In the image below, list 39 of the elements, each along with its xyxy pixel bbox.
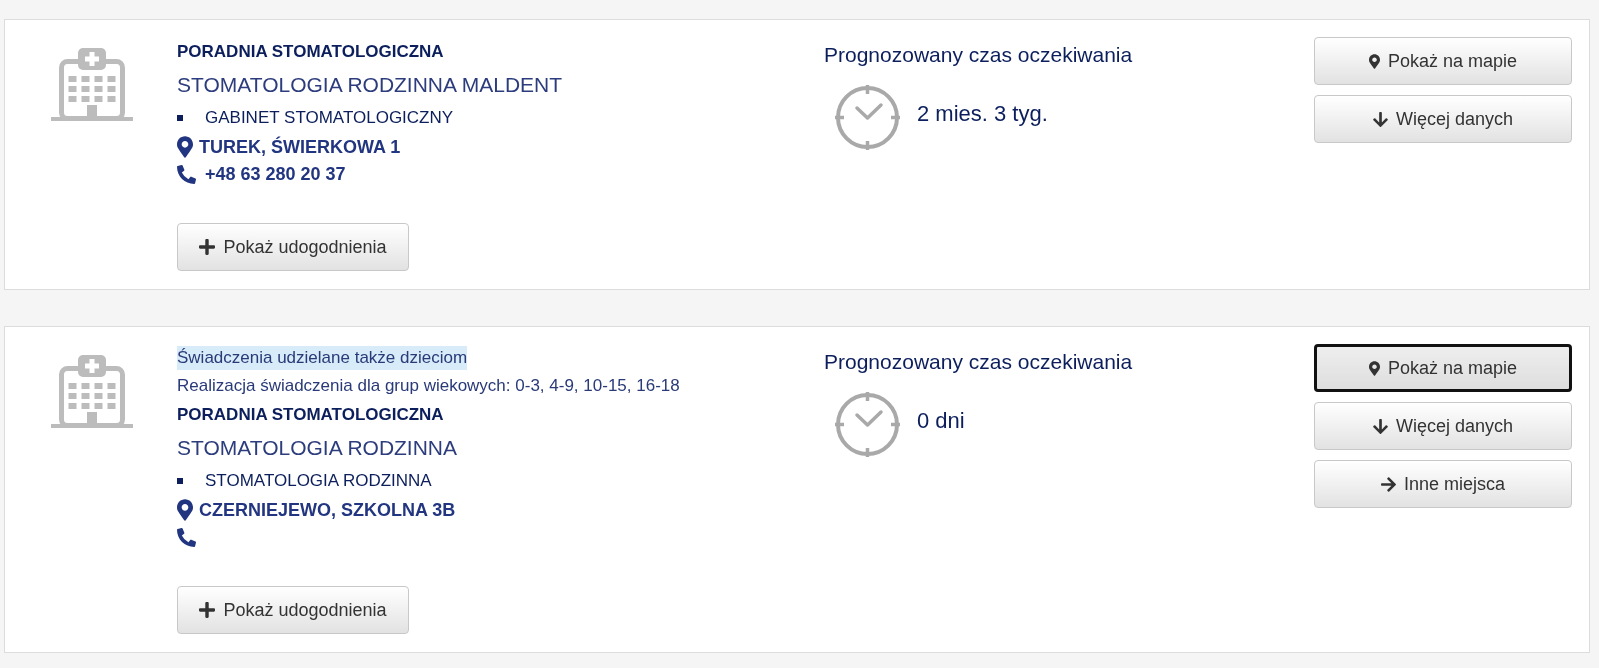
map-marker-icon bbox=[1368, 360, 1380, 376]
service-name: GABINET STOMATOLOGICZNY bbox=[205, 108, 454, 128]
map-marker-icon bbox=[177, 499, 193, 521]
map-marker-icon bbox=[177, 136, 193, 158]
wait-time-heading: Prognozowany czas oczekiwania bbox=[824, 349, 1134, 375]
plus-icon bbox=[199, 602, 216, 618]
hospital-icon bbox=[51, 46, 133, 121]
phone-icon bbox=[177, 528, 196, 547]
note-text: Świadczenia udzielane także dzieciom bbox=[177, 346, 468, 370]
category-title: PORADNIA STOMATOLOGICZNA bbox=[177, 404, 445, 426]
arrow-down-icon bbox=[1372, 418, 1388, 434]
more-data-button[interactable]: Więcej danych bbox=[1314, 95, 1572, 143]
phone-icon bbox=[177, 165, 196, 184]
other-places-button[interactable]: Inne miejsca bbox=[1314, 460, 1572, 508]
arrow-right-icon bbox=[1380, 476, 1396, 492]
facility-name: STOMATOLOGIA RODZINNA MALDENT bbox=[177, 72, 564, 98]
bullet-icon bbox=[177, 115, 183, 121]
category-title: PORADNIA STOMATOLOGICZNA bbox=[177, 41, 445, 63]
plus-icon bbox=[199, 239, 216, 255]
more-data-button[interactable]: Więcej danych bbox=[1314, 402, 1572, 450]
address-text: CZERNIEJEWO, SZKOLNA 3B bbox=[199, 499, 456, 521]
clock-icon bbox=[835, 392, 900, 457]
map-marker-icon bbox=[1368, 53, 1380, 69]
facility-name: STOMATOLOGIA RODZINNA bbox=[177, 435, 459, 461]
bullet-icon bbox=[177, 478, 183, 484]
arrow-down-icon bbox=[1372, 111, 1388, 127]
hospital-icon bbox=[51, 353, 133, 428]
phone-number: +48 63 280 20 37 bbox=[205, 164, 346, 185]
note-text: Realizacja świadczenia dla grup wiekowych: 0-3, 4-9, 10-15, 16-18 bbox=[177, 375, 680, 397]
clock-icon bbox=[835, 85, 900, 150]
wait-time-heading: Prognozowany czas oczekiwania bbox=[824, 42, 1134, 68]
wait-time-value: 0 dni bbox=[917, 407, 965, 435]
show-on-map-button[interactable]: Pokaż na mapie bbox=[1314, 37, 1572, 85]
show-on-map-button[interactable]: Pokaż na mapie bbox=[1314, 344, 1572, 392]
show-amenities-button[interactable]: Pokaż udogodnienia bbox=[177, 223, 409, 271]
wait-time-value: 2 mies. 3 tyg. bbox=[917, 100, 1048, 128]
show-amenities-button[interactable]: Pokaż udogodnienia bbox=[177, 586, 409, 634]
service-name: STOMATOLOGIA RODZINNA bbox=[205, 471, 432, 491]
address-text: TUREK, ŚWIERKOWA 1 bbox=[199, 136, 401, 158]
